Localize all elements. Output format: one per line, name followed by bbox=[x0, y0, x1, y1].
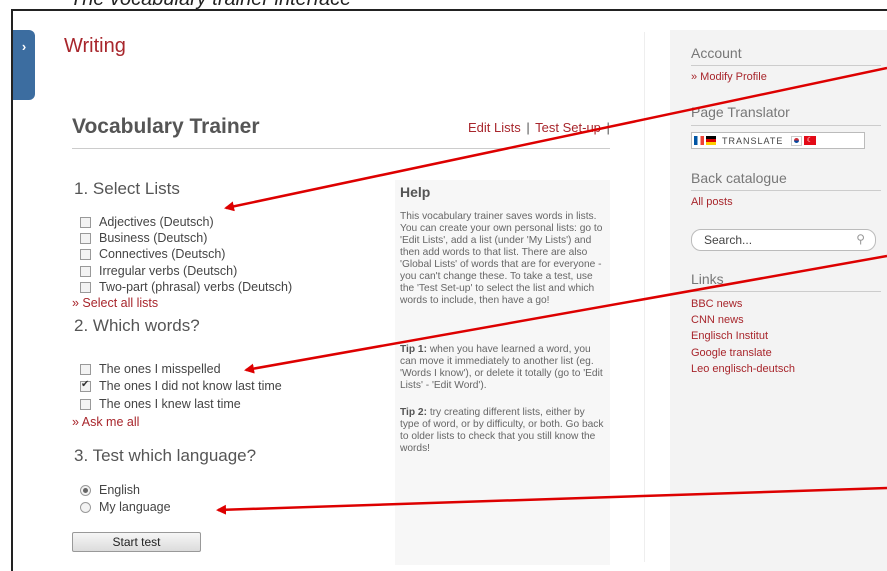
annotation-arrow bbox=[216, 486, 887, 515]
annotation-arrows bbox=[216, 66, 887, 515]
annotation-arrow bbox=[224, 66, 887, 212]
annotation-arrow bbox=[244, 254, 887, 374]
